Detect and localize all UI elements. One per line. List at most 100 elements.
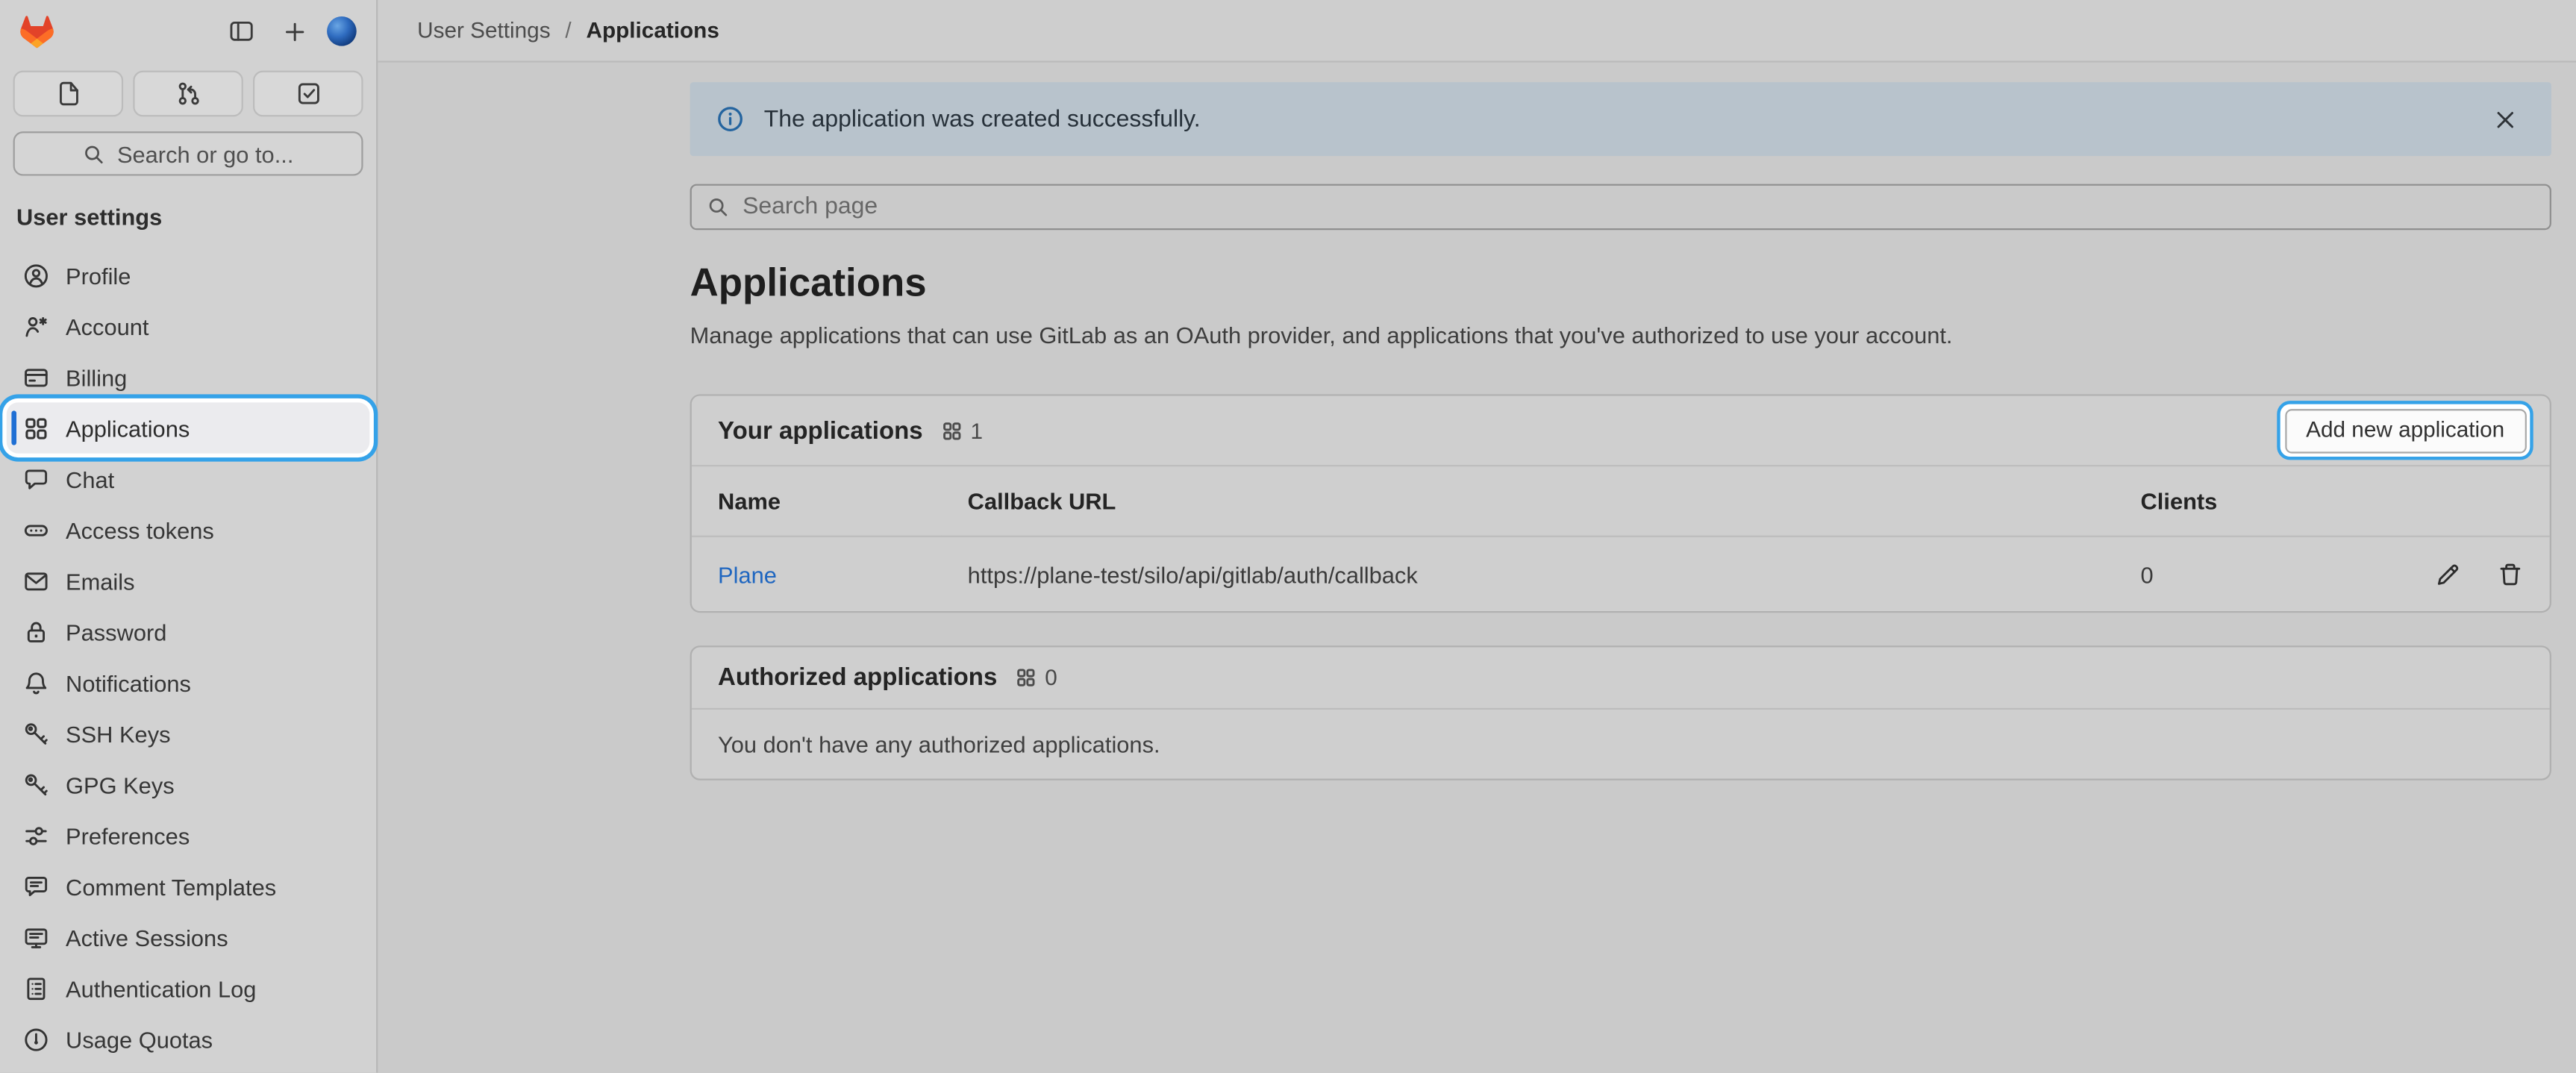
breadcrumb-current: Applications [587,18,719,43]
chat-icon [23,466,49,492]
sidebar-item-ssh-keys[interactable]: SSH Keys [7,708,370,759]
applications-grid-icon [941,419,963,441]
authorized-applications-header: Authorized applications 0 [692,647,2550,710]
sidebar-item-usage-quotas[interactable]: Usage Quotas [7,1013,370,1064]
authorized-applications-card: Authorized applications 0 You don't have… [690,645,2551,780]
todo-check-icon [295,81,321,107]
sidebar-toggle-button[interactable] [222,11,261,51]
column-header-actions [2336,466,2550,536]
authorized-applications-count: 0 [1016,666,1057,690]
user-settings-nav: Profile Account Billing Applications Cha… [0,250,376,1065]
sidebar-item-gpg-keys[interactable]: GPG Keys [7,759,370,810]
sidebar-item-label: Chat [66,466,114,492]
applications-table: Name Callback URL Clients Plane https://… [692,466,2550,611]
close-icon [2494,107,2517,131]
application-name-cell: Plane [692,536,942,611]
issues-shortcut-button[interactable] [13,71,124,117]
sidebar: Search or go to... User settings Profile… [0,0,378,1073]
add-new-application-button[interactable]: Add new application [2285,408,2526,452]
active-sessions-monitor-icon [23,924,49,950]
sidebar-item-authentication-log[interactable]: Authentication Log [7,963,370,1013]
search-or-go-to-button[interactable]: Search or go to... [13,131,363,175]
sidebar-item-label: Active Sessions [66,924,228,950]
sidebar-item-label: Access tokens [66,516,214,542]
merge-request-icon [175,81,201,107]
page-description: Manage applications that can use GitLab … [690,324,2551,348]
card-title: Your applications [718,416,923,444]
breadcrumb: User Settings / Applications [417,18,719,43]
authorized-applications-empty-text: You don't have any authorized applicatio… [692,710,2550,778]
create-new-button[interactable] [275,11,314,51]
gitlab-logo [19,14,54,49]
sidebar-item-active-sessions[interactable]: Active Sessions [7,912,370,963]
sidebar-item-emails[interactable]: Emails [7,555,370,606]
sidebar-item-access-tokens[interactable]: Access tokens [7,504,370,555]
key-icon [23,720,49,746]
preferences-sliders-icon [23,822,49,848]
sidebar-item-account[interactable]: Account [7,301,370,351]
sidebar-item-label: GPG Keys [66,772,175,798]
sidebar-item-label: Profile [66,262,131,288]
billing-icon [23,364,49,390]
sidebar-item-label: Comment Templates [66,873,276,899]
sidebar-toggle-icon [228,18,254,44]
sidebar-item-preferences[interactable]: Preferences [7,810,370,860]
topbar: User Settings / Applications [378,0,2576,63]
page-content: The application was created successfully… [378,63,2576,780]
alert-message: The application was created successfully… [764,106,1201,132]
user-avatar[interactable] [327,16,357,46]
authentication-log-icon [23,975,49,1001]
sidebar-item-billing[interactable]: Billing [7,351,370,402]
callback-url-cell: https://plane-test/silo/api/gitlab/auth/… [941,536,2114,611]
sidebar-item-applications[interactable]: Applications [7,402,370,453]
password-lock-icon [23,619,49,645]
table-row: Plane https://plane-test/silo/api/gitlab… [692,536,2550,611]
alert-dismiss-button[interactable] [2486,99,2525,139]
search-placeholder-text: Search or go to... [117,140,293,166]
application-link[interactable]: Plane [718,561,777,587]
table-header-row: Name Callback URL Clients [692,466,2550,536]
delete-application-button[interactable] [2495,560,2523,588]
sidebar-item-label: Password [66,619,166,645]
page-title: Applications [690,263,2551,305]
column-header-callback-url: Callback URL [941,466,2114,536]
gitlab-app: Search or go to... User settings Profile… [0,0,2576,1073]
sidebar-item-chat[interactable]: Chat [7,454,370,504]
comment-templates-icon [23,873,49,899]
sidebar-item-label: Notifications [66,669,191,695]
sidebar-section-title: User settings [0,205,376,230]
sidebar-item-label: Billing [66,364,127,390]
search-icon [83,142,106,165]
clients-cell: 0 [2114,536,2336,611]
pencil-icon [2434,561,2460,587]
merge-requests-shortcut-button[interactable] [133,71,243,117]
page-search-box [690,184,2551,231]
sidebar-header [0,0,376,63]
page-search-input[interactable] [743,194,2535,220]
breadcrumb-separator: / [565,18,571,43]
notifications-bell-icon [23,669,49,695]
pinned-shortcuts [13,71,363,117]
profile-icon [23,262,49,288]
sidebar-item-label: Authentication Log [66,975,256,1001]
actions-cell [2336,536,2550,611]
emails-icon [23,568,49,594]
sidebar-item-label: SSH Keys [66,720,170,746]
your-applications-header: Your applications 1 Add new application [692,396,2550,467]
key-icon [23,772,49,798]
sidebar-item-label: Usage Quotas [66,1026,213,1052]
account-icon [23,313,49,339]
todo-list-shortcut-button[interactable] [253,71,363,117]
sidebar-item-label: Applications [66,415,190,441]
sidebar-item-label: Account [66,313,149,339]
sidebar-item-profile[interactable]: Profile [7,250,370,301]
count-value: 1 [971,418,984,442]
edit-application-button[interactable] [2433,560,2460,588]
issues-icon [55,81,81,107]
breadcrumb-user-settings[interactable]: User Settings [417,18,550,43]
access-tokens-icon [23,516,49,542]
sidebar-item-notifications[interactable]: Notifications [7,657,370,708]
sidebar-item-password[interactable]: Password [7,606,370,657]
sidebar-item-comment-templates[interactable]: Comment Templates [7,861,370,912]
sidebar-item-label: Preferences [66,822,190,848]
